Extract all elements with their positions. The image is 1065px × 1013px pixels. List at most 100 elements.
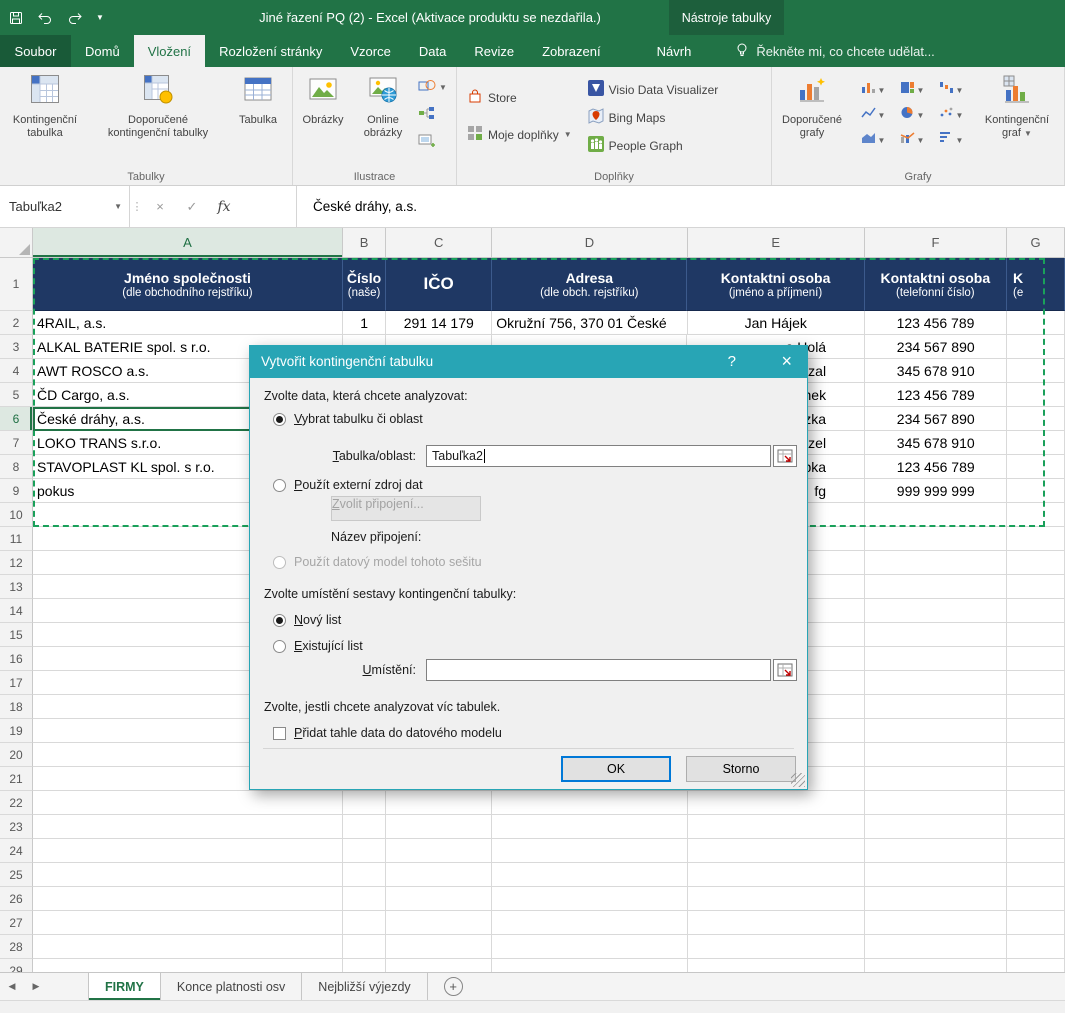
cell-D29[interactable] (492, 959, 687, 972)
cell-C24[interactable] (386, 839, 492, 863)
cancel-button[interactable]: Storno (686, 756, 796, 782)
cell-B24[interactable] (343, 839, 386, 863)
tab-revize[interactable]: Revize (460, 35, 528, 67)
people-graph-button[interactable]: People Graph (588, 136, 719, 155)
cell-D27[interactable] (492, 911, 687, 935)
row-header-11[interactable]: 11 (0, 527, 33, 551)
cell-F27[interactable] (865, 911, 1007, 935)
row-header-14[interactable]: 14 (0, 599, 33, 623)
tab-data[interactable]: Data (405, 35, 460, 67)
cell-E23[interactable] (688, 815, 865, 839)
cell-A22[interactable] (33, 791, 343, 815)
cell-A1[interactable]: Jméno společnosti(dle obchodního rejstří… (33, 258, 343, 311)
row-header-3[interactable]: 3 (0, 335, 33, 359)
cell-F1[interactable]: Kontaktni osoba(telefonní číslo) (865, 258, 1007, 311)
cell-G5[interactable] (1007, 383, 1065, 407)
cell-G10[interactable] (1007, 503, 1065, 527)
dialog-close-button[interactable]: × (781, 351, 792, 372)
row-header-9[interactable]: 9 (0, 479, 33, 503)
row-header-8[interactable]: 8 (0, 455, 33, 479)
cell-G12[interactable] (1007, 551, 1065, 575)
row-header-15[interactable]: 15 (0, 623, 33, 647)
cell-G25[interactable] (1007, 863, 1065, 887)
cell-G24[interactable] (1007, 839, 1065, 863)
row-header-26[interactable]: 26 (0, 887, 33, 911)
row-header-7[interactable]: 7 (0, 431, 33, 455)
cell-G29[interactable] (1007, 959, 1065, 972)
cell-A28[interactable] (33, 935, 343, 959)
sheet-tab-nejblizsi-vyjezdy[interactable]: Nejbližší výjezdy (302, 973, 427, 1000)
row-header-17[interactable]: 17 (0, 671, 33, 695)
cell-A27[interactable] (33, 911, 343, 935)
cell-D1[interactable]: Adresa(dle obch. rejstříku) (492, 258, 687, 311)
cell-B26[interactable] (343, 887, 386, 911)
radio-new-worksheet[interactable] (273, 614, 286, 627)
table-button[interactable]: Tabulka (228, 70, 288, 166)
row-header-25[interactable]: 25 (0, 863, 33, 887)
insert-function-button[interactable]: fx (208, 186, 240, 227)
cell-C29[interactable] (386, 959, 492, 972)
cell-F2[interactable]: 123 456 789 (865, 311, 1007, 335)
row-header-18[interactable]: 18 (0, 695, 33, 719)
cell-G7[interactable] (1007, 431, 1065, 455)
waterfall-chart-button[interactable]: ▼ (932, 78, 970, 102)
cell-G19[interactable] (1007, 719, 1065, 743)
cell-G4[interactable] (1007, 359, 1065, 383)
cell-B23[interactable] (343, 815, 386, 839)
cell-C22[interactable] (386, 791, 492, 815)
line-chart-button[interactable]: ▼ (854, 103, 892, 127)
row-header-4[interactable]: 4 (0, 359, 33, 383)
cell-F7[interactable]: 345 678 910 (865, 431, 1007, 455)
cell-A29[interactable] (33, 959, 343, 972)
cell-D22[interactable] (492, 791, 687, 815)
name-box-dropdown-icon[interactable]: ▼ (114, 202, 122, 211)
cell-G14[interactable] (1007, 599, 1065, 623)
cell-G27[interactable] (1007, 911, 1065, 935)
cell-B27[interactable] (343, 911, 386, 935)
tab-vlozeni[interactable]: Vložení (134, 35, 205, 67)
row-header-28[interactable]: 28 (0, 935, 33, 959)
cell-G3[interactable] (1007, 335, 1065, 359)
cancel-entry-button[interactable]: × (144, 186, 176, 227)
cell-F15[interactable] (865, 623, 1007, 647)
pivottable-button[interactable]: Kontingenční tabulka (2, 70, 88, 166)
row-header-5[interactable]: 5 (0, 383, 33, 407)
table-range-input[interactable]: Tabuľka2 (426, 445, 771, 467)
cell-G16[interactable] (1007, 647, 1065, 671)
my-addins-button[interactable]: Moje doplňky ▼ (467, 125, 572, 144)
cell-F12[interactable] (865, 551, 1007, 575)
row-header-21[interactable]: 21 (0, 767, 33, 791)
tab-zobrazeni[interactable]: Zobrazení (528, 35, 615, 67)
col-header-A[interactable]: A (33, 228, 343, 258)
enter-entry-button[interactable]: ✓ (176, 186, 208, 227)
col-header-G[interactable]: G (1007, 228, 1065, 258)
cell-E26[interactable] (688, 887, 865, 911)
visio-data-visualizer-button[interactable]: Visio Data Visualizer (588, 80, 719, 99)
sparkline-chart-button[interactable]: ▼ (932, 128, 970, 152)
customize-qat-icon[interactable]: ▼ (96, 13, 104, 22)
cell-F5[interactable]: 123 456 789 (865, 383, 1007, 407)
row-header-27[interactable]: 27 (0, 911, 33, 935)
checkbox-add-to-data-model[interactable] (273, 727, 286, 740)
cell-E1[interactable]: Kontaktni osoba(jméno a příjmení) (687, 258, 864, 311)
hierarchy-chart-button[interactable]: ▼ (893, 78, 931, 102)
cell-C1[interactable]: IČO (386, 258, 492, 311)
sheet-tab-firmy[interactable]: FIRMY (88, 973, 161, 1000)
cell-F3[interactable]: 234 567 890 (865, 335, 1007, 359)
cell-F4[interactable]: 345 678 910 (865, 359, 1007, 383)
cell-F10[interactable] (865, 503, 1007, 527)
cell-G8[interactable] (1007, 455, 1065, 479)
row-header-19[interactable]: 19 (0, 719, 33, 743)
col-header-C[interactable]: C (386, 228, 492, 258)
cell-B2[interactable]: 1 (343, 311, 386, 335)
cell-A24[interactable] (33, 839, 343, 863)
row-header-13[interactable]: 13 (0, 575, 33, 599)
row-header-1[interactable]: 1 (0, 258, 33, 311)
cell-F19[interactable] (865, 719, 1007, 743)
cell-D25[interactable] (492, 863, 687, 887)
recommended-charts-button[interactable]: Doporučené grafy (774, 70, 850, 166)
sheet-tab-konce-platnosti[interactable]: Konce platnosti osv (161, 973, 302, 1000)
cell-F14[interactable] (865, 599, 1007, 623)
cell-C27[interactable] (386, 911, 492, 935)
col-header-D[interactable]: D (492, 228, 687, 258)
